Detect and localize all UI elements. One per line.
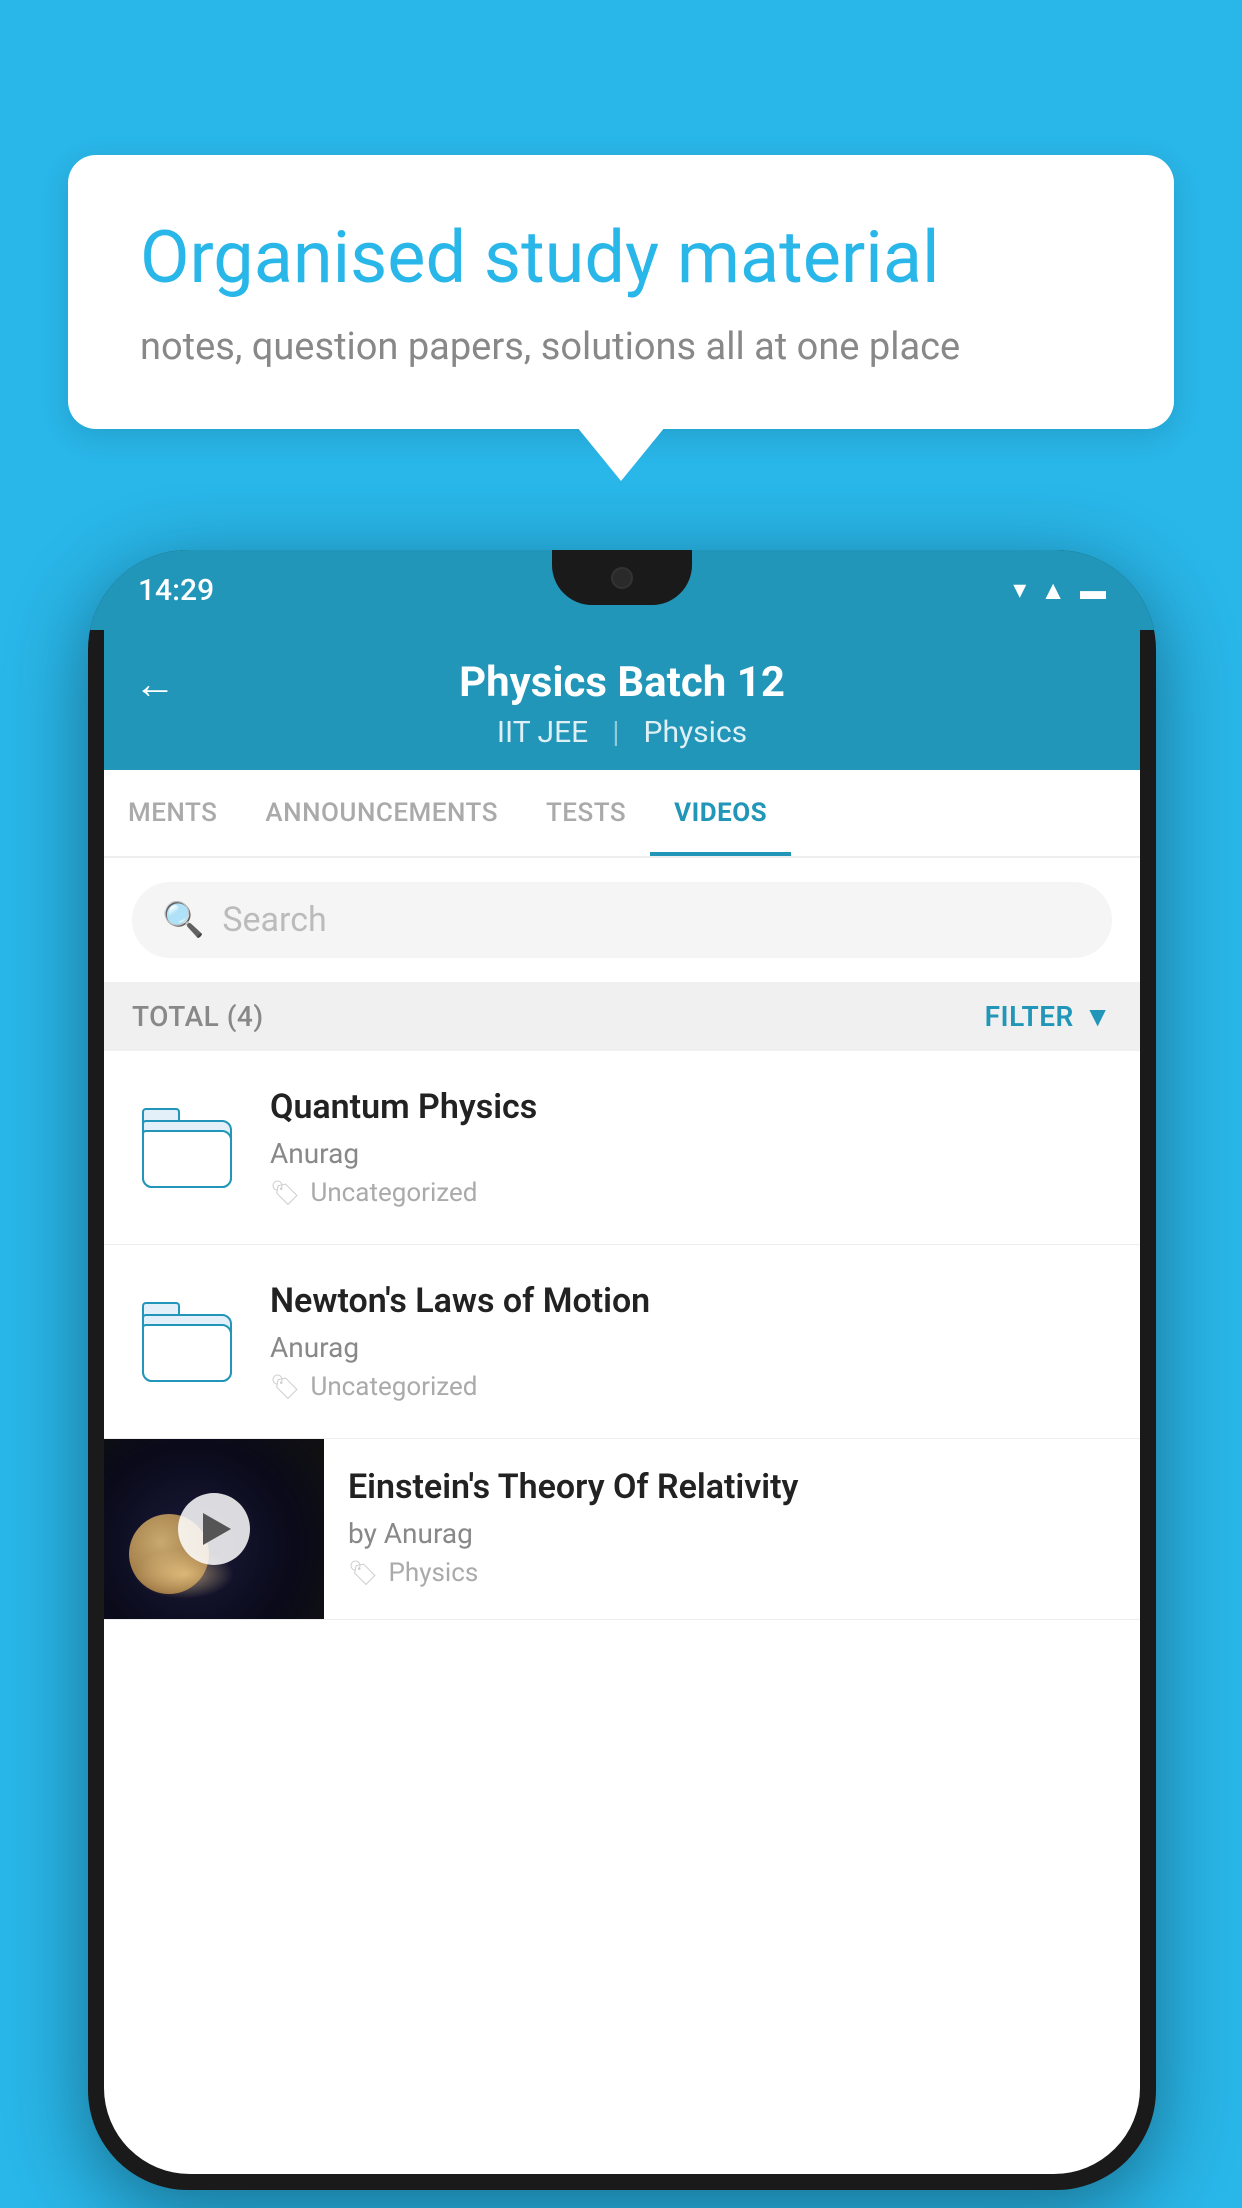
video-list: Quantum Physics Anurag 🏷 Uncategorized: [104, 1051, 1140, 1620]
tag-icon: 🏷: [270, 1373, 300, 1401]
video-title: Quantum Physics: [270, 1087, 1112, 1127]
tag-label: Physics: [388, 1558, 478, 1588]
folder-thumb: [132, 1287, 242, 1397]
phone-screen: ← Physics Batch 12 IIT JEE | Physics MEN…: [104, 630, 1140, 2174]
bubble-title: Organised study material: [140, 215, 1102, 301]
folder-icon: [142, 1302, 232, 1382]
search-icon: 🔍: [162, 900, 204, 940]
tab-videos[interactable]: VIDEOS: [650, 770, 791, 856]
play-icon: [203, 1513, 231, 1545]
filter-label: FILTER: [985, 1000, 1074, 1033]
signal-icon: ▲: [1040, 575, 1066, 606]
filter-button[interactable]: FILTER ▼: [985, 1000, 1112, 1033]
tab-tests[interactable]: TESTS: [522, 770, 650, 856]
author-prefix: by: [348, 1517, 377, 1550]
video-info: Newton's Laws of Motion Anurag 🏷 Uncateg…: [270, 1281, 1112, 1402]
tag-icon: 🏷: [348, 1559, 378, 1587]
tag-icon: 🏷: [270, 1179, 300, 1207]
status-icons: ▾ ▲ ▬: [1013, 575, 1106, 606]
speech-bubble: Organised study material notes, question…: [68, 155, 1174, 429]
app-header: ← Physics Batch 12 IIT JEE | Physics: [104, 630, 1140, 770]
video-thumbnail: [104, 1439, 324, 1619]
video-tag: 🏷 Uncategorized: [270, 1372, 1112, 1402]
search-container: 🔍 Search: [104, 858, 1140, 982]
list-item[interactable]: Newton's Laws of Motion Anurag 🏷 Uncateg…: [104, 1245, 1140, 1439]
back-button[interactable]: ←: [134, 660, 176, 709]
status-bar: 14:29 ▾ ▲ ▬: [88, 550, 1156, 630]
filter-icon: ▼: [1084, 1000, 1112, 1033]
video-info: Einstein's Theory Of Relativity by Anura…: [324, 1439, 1140, 1616]
video-tag: 🏷 Physics: [348, 1558, 1116, 1588]
video-info: Quantum Physics Anurag 🏷 Uncategorized: [270, 1087, 1112, 1208]
phone-frame: 14:29 ▾ ▲ ▬ ← Physics Batch 12 IIT JEE |…: [88, 550, 1156, 2190]
search-input[interactable]: Search: [222, 900, 326, 940]
video-title: Newton's Laws of Motion: [270, 1281, 1112, 1321]
video-author: Anurag: [270, 1137, 1112, 1170]
list-item[interactable]: Quantum Physics Anurag 🏷 Uncategorized: [104, 1051, 1140, 1245]
header-tag-physics: Physics: [644, 715, 748, 750]
video-author: by Anurag: [348, 1517, 1116, 1550]
total-count: TOTAL (4): [132, 1000, 264, 1033]
tab-ments[interactable]: MENTS: [104, 770, 241, 856]
tag-label: Uncategorized: [310, 1178, 477, 1208]
video-title: Einstein's Theory Of Relativity: [348, 1467, 1116, 1507]
tab-announcements[interactable]: ANNOUNCEMENTS: [241, 770, 522, 856]
folder-thumb: [132, 1093, 242, 1203]
status-time: 14:29: [138, 573, 214, 608]
battery-icon: ▬: [1080, 575, 1106, 606]
list-item[interactable]: Einstein's Theory Of Relativity by Anura…: [104, 1439, 1140, 1620]
folder-icon: [142, 1108, 232, 1188]
author-name: Anurag: [384, 1517, 473, 1550]
play-button[interactable]: [178, 1493, 250, 1565]
tag-label: Uncategorized: [310, 1372, 477, 1402]
header-tags: IIT JEE | Physics: [497, 715, 747, 750]
wifi-icon: ▾: [1013, 575, 1026, 605]
camera: [611, 567, 633, 589]
notch: [552, 550, 692, 605]
header-tag-separator: |: [612, 715, 619, 750]
tabs-bar: MENTS ANNOUNCEMENTS TESTS VIDEOS: [104, 770, 1140, 858]
header-tag-iitjee: IIT JEE: [497, 715, 588, 750]
header-title: Physics Batch 12: [459, 658, 785, 707]
search-bar[interactable]: 🔍 Search: [132, 882, 1112, 958]
bubble-subtitle: notes, question papers, solutions all at…: [140, 325, 1102, 369]
video-author: Anurag: [270, 1331, 1112, 1364]
video-tag: 🏷 Uncategorized: [270, 1178, 1112, 1208]
filter-bar: TOTAL (4) FILTER ▼: [104, 982, 1140, 1051]
